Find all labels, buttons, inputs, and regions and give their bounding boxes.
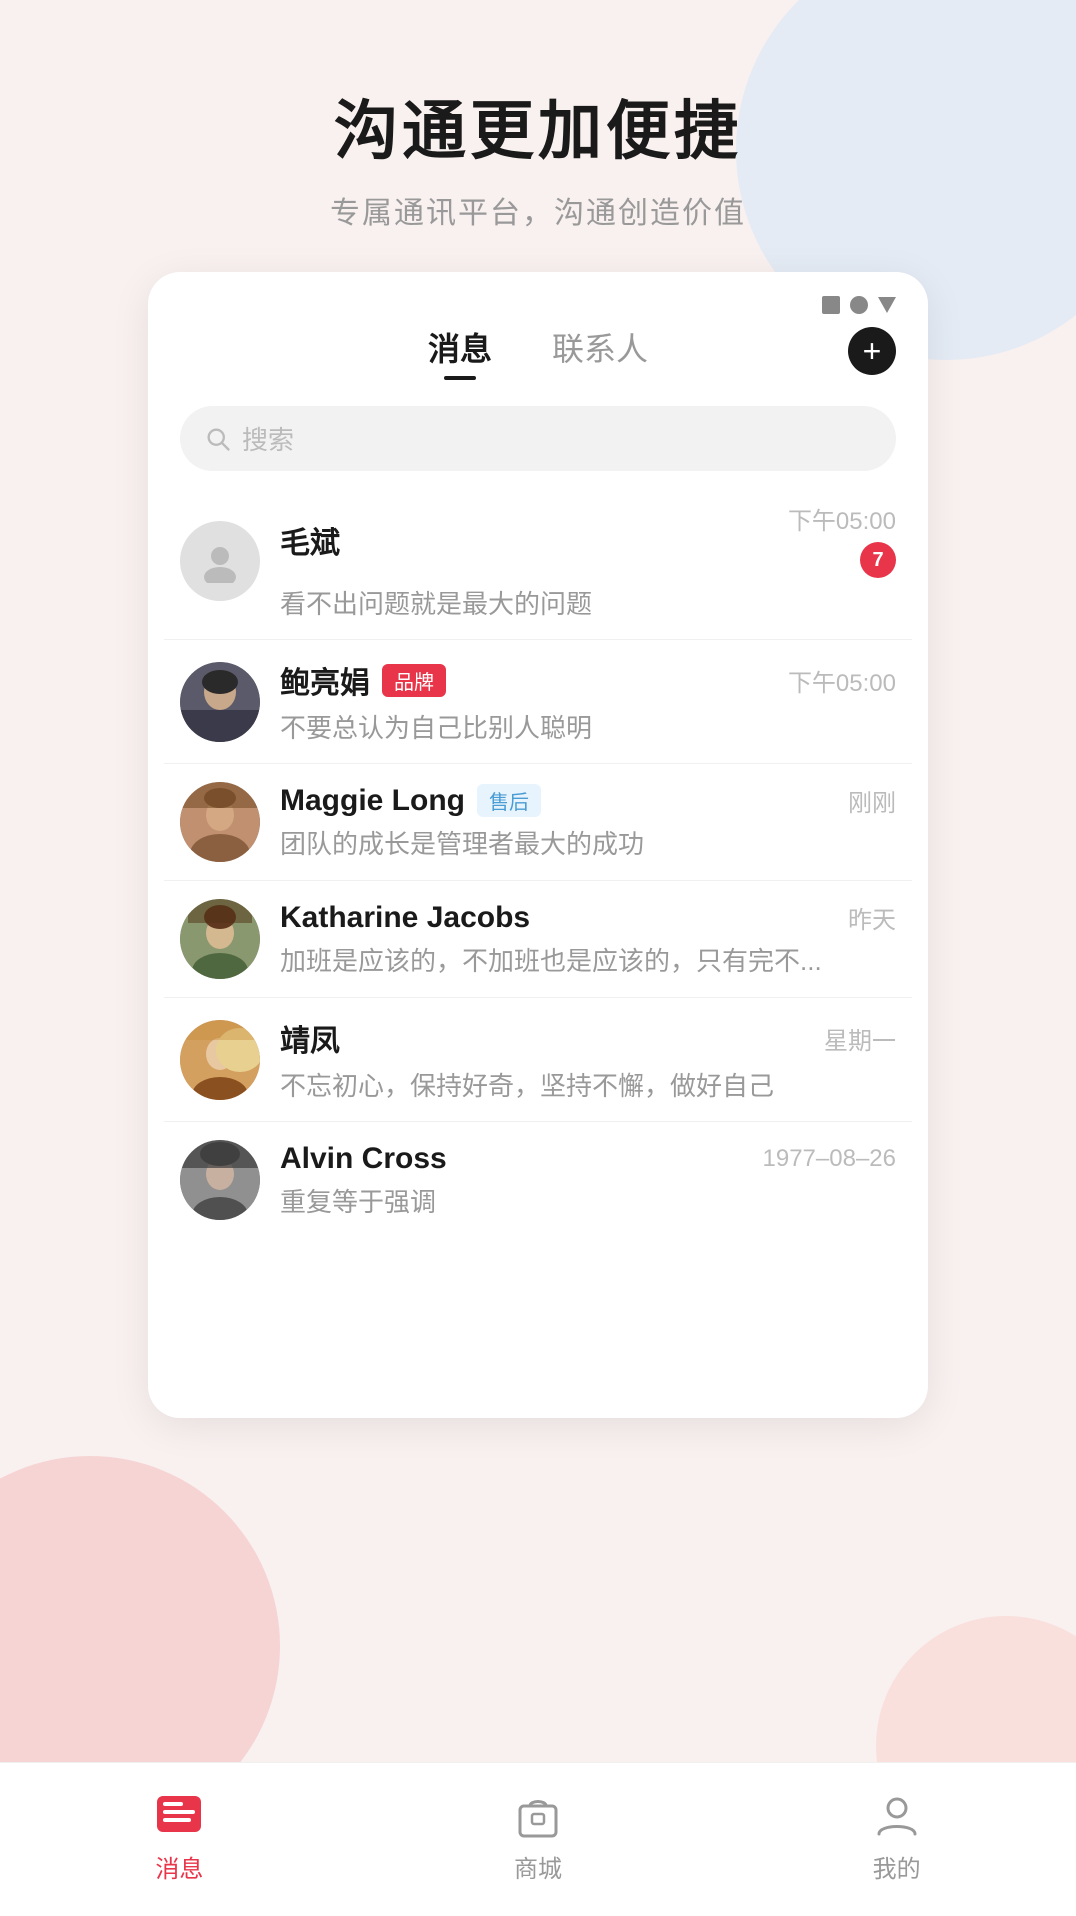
message-meta: 刚刚	[848, 783, 896, 818]
messages-tab-label: 消息	[155, 1849, 203, 1884]
bottom-tab-messages[interactable]: 消息	[149, 1791, 209, 1884]
contact-name: 毛斌	[280, 518, 340, 562]
message-time: 下午05:00	[788, 663, 896, 698]
topbar-triangle-icon	[878, 297, 896, 313]
avatar	[180, 521, 260, 601]
message-content: Katharine Jacobs 昨天 加班是应该的，不加班也是应该的，只有完不…	[280, 900, 896, 978]
hero-subtitle: 专属通讯平台，沟通创造价值	[0, 188, 1076, 232]
hero-title: 沟通更加便捷	[0, 80, 1076, 172]
unread-badge: 7	[860, 542, 896, 578]
shop-tab-icon	[508, 1791, 568, 1841]
avatar	[180, 899, 260, 979]
message-meta: 下午05:00 7	[788, 501, 896, 578]
contact-tag: 售后	[477, 784, 541, 817]
avatar	[180, 782, 260, 862]
bottom-tab-mine[interactable]: 我的	[867, 1791, 927, 1884]
message-preview: 不要总认为自己比别人聪明	[280, 708, 896, 745]
mine-tab-icon	[867, 1791, 927, 1841]
avatar	[180, 1020, 260, 1100]
message-preview: 看不出问题就是最大的问题	[280, 584, 896, 621]
message-time: 昨天	[848, 900, 896, 935]
contact-name: 鲍亮娟	[280, 658, 370, 702]
hero-section: 沟通更加便捷 专属通讯平台，沟通创造价值	[0, 0, 1076, 272]
message-time: 1977–08–26	[763, 1145, 896, 1173]
message-content: 鲍亮娟 品牌 下午05:00 不要总认为自己比别人聪明	[280, 658, 896, 745]
list-item[interactable]: Katharine Jacobs 昨天 加班是应该的，不加班也是应该的，只有完不…	[164, 881, 912, 998]
tab-bar: 消息 联系人 +	[148, 314, 928, 378]
message-content: 靖凤 星期一 不忘初心，保持好奇，坚持不懈，做好自己	[280, 1016, 896, 1103]
bottom-tabbar: 消息 商城 我的	[0, 1762, 1076, 1916]
list-item[interactable]: Maggie Long 售后 刚刚 团队的成长是管理者最大的成功	[164, 764, 912, 881]
message-time: 星期一	[824, 1021, 896, 1056]
tab-messages[interactable]: 消息	[428, 324, 492, 378]
app-card: 消息 联系人 + 搜索 毛斌	[148, 272, 928, 1418]
avatar	[180, 1140, 260, 1220]
message-content: 毛斌 下午05:00 7 看不出问题就是最大的问题	[280, 501, 896, 621]
list-item[interactable]: 靖凤 星期一 不忘初心，保持好奇，坚持不懈，做好自己	[164, 998, 912, 1122]
topbar-dot-icon	[850, 296, 868, 314]
message-time: 下午05:00	[788, 501, 896, 536]
list-item[interactable]: Alvin Cross 1977–08–26 重复等于强调	[164, 1122, 912, 1238]
bottom-tab-shop[interactable]: 商城	[508, 1791, 568, 1884]
message-meta: 下午05:00	[788, 663, 896, 698]
message-preview: 加班是应该的，不加班也是应该的，只有完不...	[280, 941, 896, 978]
contact-tag: 品牌	[382, 664, 446, 697]
search-placeholder: 搜索	[242, 420, 294, 457]
message-list: 毛斌 下午05:00 7 看不出问题就是最大的问题	[148, 483, 928, 1238]
contact-name: Maggie Long	[280, 784, 465, 818]
messages-tab-icon	[149, 1791, 209, 1841]
search-bar[interactable]: 搜索	[180, 406, 896, 471]
card-topbar	[148, 272, 928, 314]
avatar	[180, 662, 260, 742]
message-content: Maggie Long 售后 刚刚 团队的成长是管理者最大的成功	[280, 783, 896, 861]
contact-name: 靖凤	[280, 1016, 340, 1060]
message-content: Alvin Cross 1977–08–26 重复等于强调	[280, 1142, 896, 1219]
search-icon	[204, 425, 232, 453]
message-meta: 1977–08–26	[763, 1145, 896, 1173]
message-preview: 重复等于强调	[280, 1182, 896, 1219]
contact-name: Alvin Cross	[280, 1142, 447, 1176]
message-meta: 昨天	[848, 900, 896, 935]
mine-tab-label: 我的	[873, 1849, 921, 1884]
contact-name: Katharine Jacobs	[280, 901, 530, 935]
shop-tab-label: 商城	[514, 1849, 562, 1884]
add-button[interactable]: +	[848, 327, 896, 375]
list-item[interactable]: 鲍亮娟 品牌 下午05:00 不要总认为自己比别人聪明	[164, 640, 912, 764]
list-item[interactable]: 毛斌 下午05:00 7 看不出问题就是最大的问题	[164, 483, 912, 640]
message-time: 刚刚	[848, 783, 896, 818]
tab-contacts[interactable]: 联系人	[552, 324, 648, 378]
topbar-square-icon	[822, 296, 840, 314]
message-preview: 团队的成长是管理者最大的成功	[280, 824, 896, 861]
add-icon: +	[863, 335, 882, 367]
message-meta: 星期一	[824, 1021, 896, 1056]
message-preview: 不忘初心，保持好奇，坚持不懈，做好自己	[280, 1066, 896, 1103]
